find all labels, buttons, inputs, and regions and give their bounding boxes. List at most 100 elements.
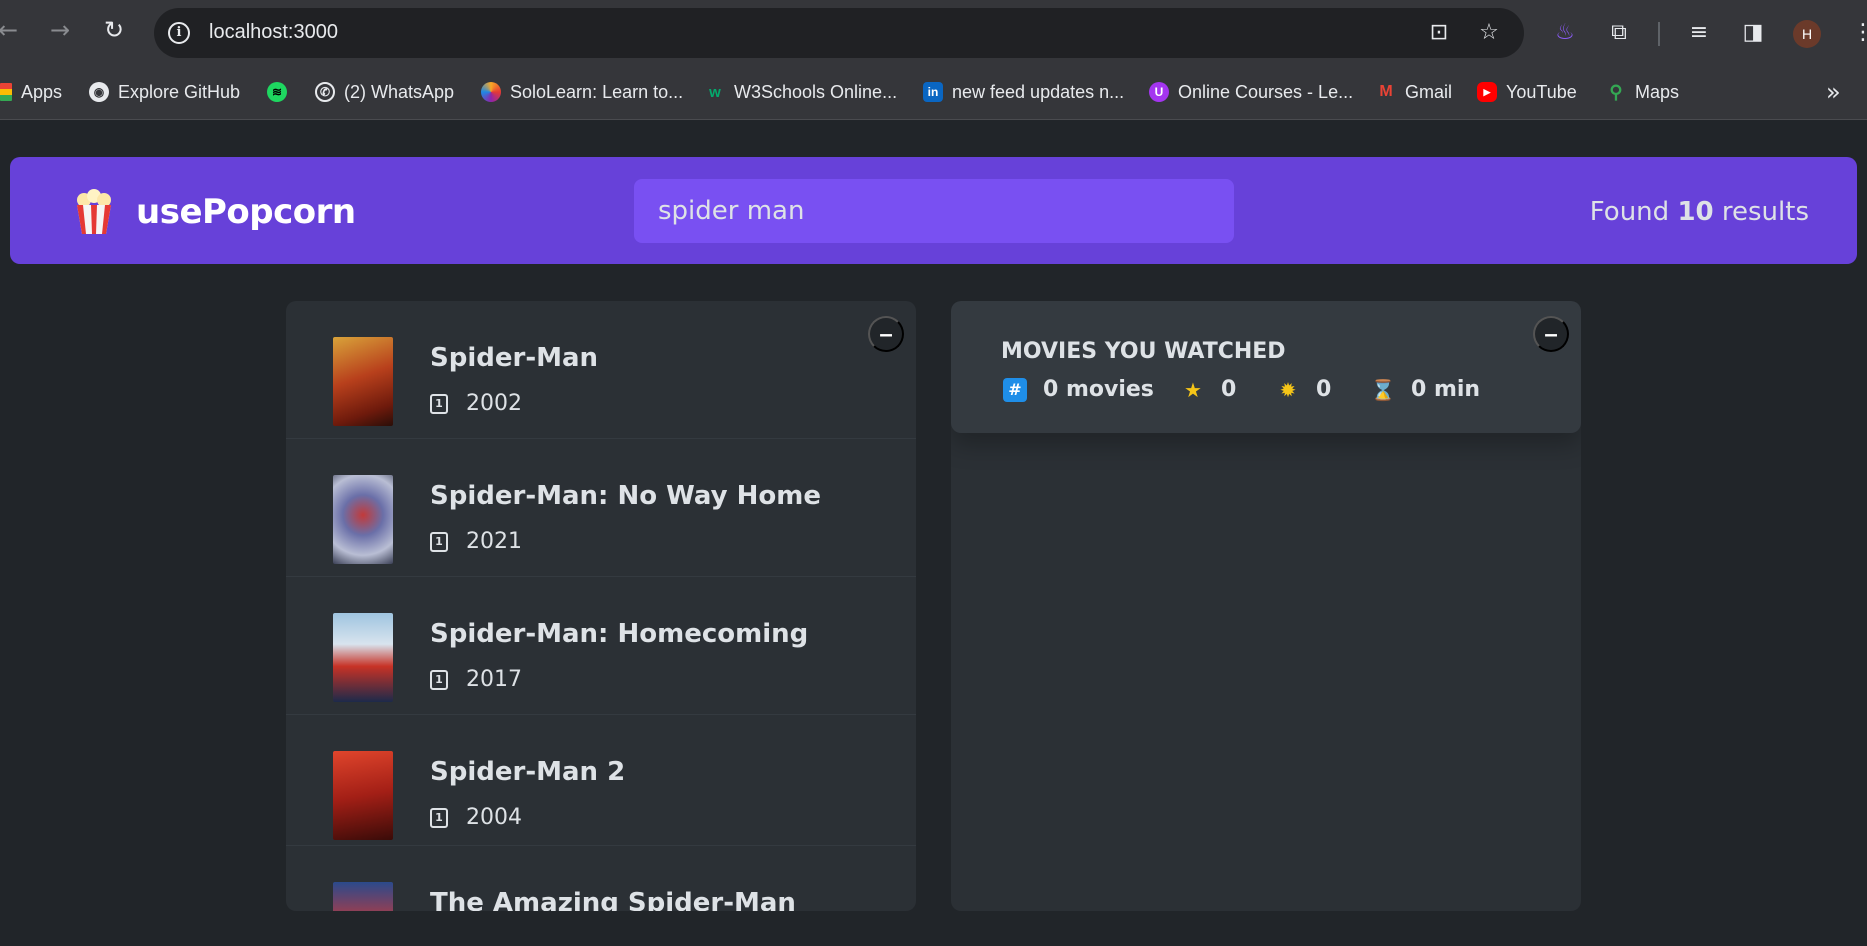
bookmark-label: SoloLearn: Learn to... bbox=[510, 81, 684, 102]
bookmark-github[interactable]: ◉ Explore GitHub bbox=[89, 78, 240, 106]
movie-item[interactable]: Spider-Man 2 1 2004 bbox=[286, 715, 916, 846]
watched-user-rating: ✹ 0 bbox=[1276, 377, 1332, 402]
movie-item[interactable]: Spider-Man: Homecoming 1 2017 bbox=[286, 577, 916, 715]
bookmark-label: W3Schools Online... bbox=[734, 81, 898, 102]
search-input[interactable] bbox=[634, 179, 1234, 243]
toggle-results-button[interactable]: – bbox=[868, 316, 904, 352]
calendar-icon: 1 bbox=[430, 669, 448, 690]
watched-imdb-rating: ★ 0 bbox=[1181, 377, 1236, 402]
movie-year: 1 2004 bbox=[430, 805, 522, 830]
toolbar-divider bbox=[1658, 22, 1660, 46]
whatsapp-icon: ✆ bbox=[315, 82, 335, 102]
watched-user-rating-value: 0 bbox=[1316, 377, 1332, 402]
gmail-icon: M bbox=[1379, 83, 1393, 100]
site-info-icon[interactable]: i bbox=[168, 22, 190, 44]
hash-icon: # bbox=[1003, 377, 1027, 402]
results-suffix: results bbox=[1713, 197, 1809, 227]
bookmark-label: Maps bbox=[1635, 81, 1680, 102]
movie-item[interactable]: Spider-Man: No Way Home 1 2021 bbox=[286, 439, 916, 577]
extension-flame-icon[interactable]: ♨ bbox=[1550, 18, 1580, 48]
results-prefix: Found bbox=[1589, 197, 1678, 227]
movie-item[interactable]: Spider-Man 1 2002 bbox=[286, 301, 916, 439]
browser-toolbar: ← → ↻ i localhost:3000 ⊡ ☆ ♨ ⧉ ≡ ◨ H ⋮ bbox=[0, 0, 1867, 66]
movie-year: 1 2017 bbox=[430, 667, 522, 692]
address-bar[interactable]: i localhost:3000 ⊡ ☆ bbox=[154, 8, 1524, 58]
results-number: 10 bbox=[1677, 197, 1714, 227]
linkedin-icon: in bbox=[923, 82, 943, 102]
reload-icon[interactable]: ↻ bbox=[100, 16, 128, 44]
maps-icon: ⚲ bbox=[1609, 81, 1623, 102]
install-app-icon[interactable]: ⊡ bbox=[1426, 20, 1452, 46]
spotify-icon: ≋ bbox=[267, 82, 287, 102]
bookmark-linkedin[interactable]: in new feed updates n... bbox=[923, 78, 1124, 106]
movie-poster bbox=[333, 337, 393, 426]
apps-grid-icon bbox=[0, 83, 12, 101]
bookmark-spotify[interactable]: ≋ bbox=[267, 78, 296, 106]
movie-title: Spider-Man: No Way Home bbox=[430, 481, 822, 511]
bookmark-label: Online Courses - Le... bbox=[1178, 81, 1354, 102]
bookmark-udemy[interactable]: U Online Courses - Le... bbox=[1149, 78, 1353, 106]
bookmark-label: YouTube bbox=[1506, 81, 1577, 102]
movie-title: The Amazing Spider-Man bbox=[430, 888, 796, 911]
bookmark-label: Gmail bbox=[1405, 81, 1453, 102]
star-icon: ★ bbox=[1184, 377, 1202, 402]
movie-poster bbox=[333, 751, 393, 840]
toggle-watched-button[interactable]: – bbox=[1533, 316, 1569, 352]
watched-imdb-rating-value: 0 bbox=[1221, 377, 1237, 402]
movie-title: Spider-Man 2 bbox=[430, 757, 626, 787]
back-icon[interactable]: ← bbox=[0, 16, 22, 44]
bookmark-youtube[interactable]: ▶ YouTube bbox=[1477, 78, 1577, 106]
results-count: Found 10 results bbox=[1590, 197, 1809, 227]
bookmark-whatsapp[interactable]: ✆ (2) WhatsApp bbox=[315, 78, 454, 106]
watched-box: MOVIES YOU WATCHED #0 movies ★ 0 ✹ 0 ⌛ 0 mi… bbox=[951, 301, 1581, 911]
movie-year-value: 2017 bbox=[466, 667, 522, 692]
search-results-box: – Spider-Man 1 2002 Spider-Man: No Way Ho… bbox=[286, 301, 916, 911]
movie-poster bbox=[333, 882, 393, 911]
address-url[interactable]: localhost:3000 bbox=[209, 21, 338, 44]
extensions-puzzle-icon[interactable]: ⧉ bbox=[1604, 18, 1634, 48]
watched-movies-count: #0 movies bbox=[1003, 377, 1154, 402]
sun-icon: ✹ bbox=[1279, 377, 1297, 402]
movie-year: 1 2021 bbox=[430, 529, 522, 554]
movie-poster bbox=[333, 613, 393, 702]
profile-avatar[interactable]: H bbox=[1793, 20, 1821, 48]
watched-movies-count-value: 0 movies bbox=[1043, 377, 1154, 402]
calendar-icon: 1 bbox=[430, 531, 448, 552]
hourglass-icon: ⌛ bbox=[1370, 377, 1396, 402]
watched-runtime-value: 0 min bbox=[1411, 377, 1481, 402]
movie-title: Spider-Man: Homecoming bbox=[430, 619, 809, 649]
logo-text: usePopcorn bbox=[136, 192, 356, 232]
media-queue-icon[interactable]: ≡ bbox=[1684, 18, 1714, 48]
popcorn-icon bbox=[77, 189, 111, 234]
more-bookmarks-icon[interactable]: » bbox=[1826, 78, 1841, 106]
movie-poster bbox=[333, 475, 393, 564]
calendar-icon: 1 bbox=[430, 807, 448, 828]
side-panel-icon[interactable]: ◨ bbox=[1738, 18, 1768, 48]
youtube-icon: ▶ bbox=[1477, 82, 1497, 102]
bookmark-gmail[interactable]: M Gmail bbox=[1376, 78, 1452, 106]
bookmark-label: (2) WhatsApp bbox=[344, 81, 455, 102]
movie-year-value: 2021 bbox=[466, 529, 522, 554]
bookmark-star-icon[interactable]: ☆ bbox=[1476, 20, 1502, 46]
udemy-icon: U bbox=[1149, 82, 1169, 102]
bookmark-label: new feed updates n... bbox=[952, 81, 1125, 102]
forward-icon[interactable]: → bbox=[46, 16, 74, 44]
bookmark-label: Apps bbox=[21, 81, 63, 102]
github-icon: ◉ bbox=[89, 82, 109, 102]
menu-kebab-icon[interactable]: ⋮ bbox=[1848, 18, 1867, 48]
bookmark-maps[interactable]: ⚲ Maps bbox=[1606, 78, 1679, 106]
sololearn-icon bbox=[481, 82, 501, 102]
watched-summary: MOVIES YOU WATCHED #0 movies ★ 0 ✹ 0 ⌛ 0 mi… bbox=[951, 301, 1581, 433]
watched-runtime: ⌛ 0 min bbox=[1370, 377, 1481, 402]
calendar-icon: 1 bbox=[430, 393, 448, 414]
bookmark-sololearn[interactable]: SoloLearn: Learn to... bbox=[481, 78, 683, 106]
bookmarks-bar: Apps ◉ Explore GitHub ≋ ✆ (2) WhatsApp S… bbox=[0, 66, 1867, 120]
bookmark-apps[interactable]: Apps bbox=[0, 78, 62, 106]
bookmark-w3schools[interactable]: w W3Schools Online... bbox=[705, 78, 897, 106]
movie-year-value: 2004 bbox=[466, 805, 522, 830]
movie-list: Spider-Man 1 2002 Spider-Man: No Way Home… bbox=[286, 301, 916, 911]
movie-year-value: 2002 bbox=[466, 391, 522, 416]
movie-item[interactable]: The Amazing Spider-Man 1 bbox=[286, 846, 916, 911]
app-navbar: usePopcorn Found 10 results bbox=[10, 157, 1857, 264]
movie-year: 1 2002 bbox=[430, 391, 522, 416]
